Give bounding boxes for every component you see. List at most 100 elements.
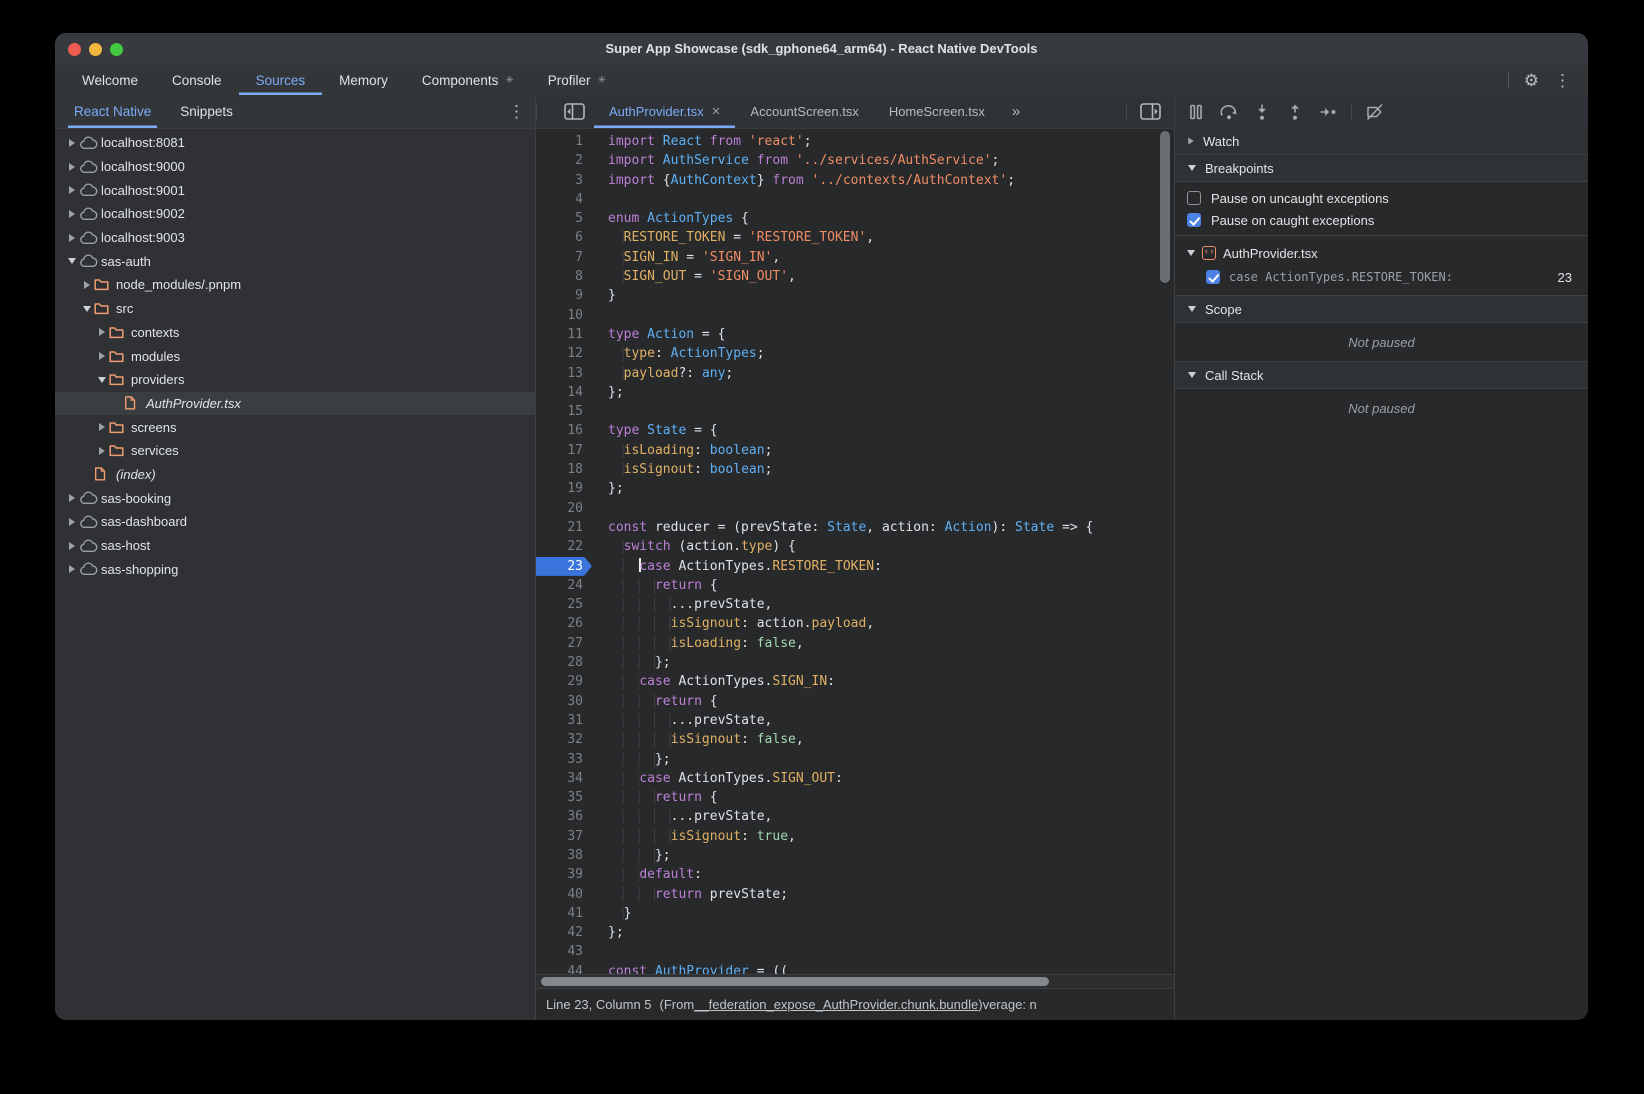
line-number[interactable]: 11 bbox=[536, 325, 592, 344]
deactivate-breakpoints-icon[interactable] bbox=[1365, 102, 1385, 122]
line-number[interactable]: 4 bbox=[536, 190, 592, 209]
editor-horizontal-scrollbar[interactable] bbox=[536, 974, 1174, 989]
settings-gear-icon[interactable]: ⚙ bbox=[1524, 72, 1539, 89]
editor-tab-homescreen-tsx[interactable]: HomeScreen.tsx bbox=[874, 95, 1000, 128]
chevron-right-icon[interactable] bbox=[79, 281, 94, 289]
kebab-menu-icon[interactable]: ⋮ bbox=[1554, 72, 1571, 89]
pause-icon[interactable] bbox=[1186, 102, 1206, 122]
line-number[interactable]: 32 bbox=[536, 730, 592, 749]
chevron-right-icon[interactable] bbox=[94, 423, 109, 431]
tree-item-sas-dashboard[interactable]: sas-dashboard bbox=[55, 510, 535, 534]
step-into-icon[interactable] bbox=[1252, 102, 1272, 122]
line-number[interactable]: 26 bbox=[536, 614, 592, 633]
checkbox-checked-icon[interactable] bbox=[1206, 270, 1220, 284]
chevron-right-icon[interactable] bbox=[64, 542, 79, 550]
watch-section-header[interactable]: Watch bbox=[1175, 128, 1588, 155]
line-number[interactable]: 24 bbox=[536, 576, 592, 595]
tab-profiler[interactable]: Profiler✳ bbox=[531, 65, 623, 95]
close-tab-icon[interactable]: × bbox=[712, 103, 721, 120]
line-number[interactable]: 30 bbox=[536, 692, 592, 711]
line-number[interactable]: 28 bbox=[536, 653, 592, 672]
line-number[interactable]: 31 bbox=[536, 711, 592, 730]
chevron-right-icon[interactable] bbox=[64, 139, 79, 147]
show-debugger-sidebar-icon[interactable] bbox=[1127, 103, 1174, 120]
tab-react-native[interactable]: React Native bbox=[68, 95, 157, 128]
tree-item-src[interactable]: src bbox=[55, 297, 535, 321]
editor-tab-accountscreen-tsx[interactable]: AccountScreen.tsx bbox=[735, 95, 873, 128]
step-icon[interactable] bbox=[1318, 102, 1338, 122]
line-number[interactable]: 33 bbox=[536, 750, 592, 769]
editor-tab-authprovider-tsx[interactable]: AuthProvider.tsx× bbox=[594, 95, 735, 128]
step-out-icon[interactable] bbox=[1285, 102, 1305, 122]
line-number[interactable]: 2 bbox=[536, 151, 592, 170]
pause-on-uncaught-row[interactable]: Pause on uncaught exceptions bbox=[1175, 187, 1588, 209]
editor-vertical-scrollbar[interactable] bbox=[1160, 131, 1170, 283]
chevron-right-icon[interactable] bbox=[94, 447, 109, 455]
line-number[interactable]: 37 bbox=[536, 827, 592, 846]
tab-memory[interactable]: Memory bbox=[322, 65, 405, 95]
line-number[interactable]: 42 bbox=[536, 923, 592, 942]
tree-item-sas-booking[interactable]: sas-booking bbox=[55, 486, 535, 510]
line-number[interactable]: 3 bbox=[536, 171, 592, 190]
hide-navigator-icon[interactable] bbox=[555, 95, 594, 128]
breakpoint-line-marker[interactable]: 23 bbox=[536, 557, 592, 576]
tree-item-localhost-9003[interactable]: localhost:9003 bbox=[55, 226, 535, 250]
line-number[interactable]: 29 bbox=[536, 672, 592, 691]
tree-item-screens[interactable]: screens bbox=[55, 415, 535, 439]
chevron-right-icon[interactable] bbox=[64, 163, 79, 171]
line-number[interactable]: 6 bbox=[536, 228, 592, 247]
scrollbar-thumb[interactable] bbox=[541, 977, 1049, 986]
tree-item-node-modules-pnpm[interactable]: node_modules/.pnpm bbox=[55, 273, 535, 297]
tree-item-localhost-9000[interactable]: localhost:9000 bbox=[55, 155, 535, 179]
tab-console[interactable]: Console bbox=[155, 65, 239, 95]
step-over-icon[interactable] bbox=[1219, 102, 1239, 122]
checkbox-checked-icon[interactable] bbox=[1187, 213, 1201, 227]
tree-item-sas-shopping[interactable]: sas-shopping bbox=[55, 557, 535, 581]
code-editor[interactable]: 1import React from 'react';2import AuthS… bbox=[536, 128, 1174, 975]
call-stack-section-header[interactable]: Call Stack bbox=[1175, 362, 1588, 389]
line-number[interactable]: 18 bbox=[536, 460, 592, 479]
chevron-right-icon[interactable] bbox=[64, 494, 79, 502]
line-number[interactable]: 43 bbox=[536, 942, 592, 961]
line-number[interactable]: 35 bbox=[536, 788, 592, 807]
line-number[interactable]: 9 bbox=[536, 286, 592, 305]
tree-item-contexts[interactable]: contexts bbox=[55, 321, 535, 345]
tree-item-authprovider-tsx[interactable]: AuthProvider.tsx bbox=[55, 392, 535, 416]
chevron-down-icon[interactable] bbox=[64, 258, 79, 264]
line-number[interactable]: 34 bbox=[536, 769, 592, 788]
chevron-right-icon[interactable] bbox=[64, 210, 79, 218]
line-number[interactable]: 1 bbox=[536, 132, 592, 151]
line-number[interactable]: 12 bbox=[536, 344, 592, 363]
navigator-kebab-menu-icon[interactable]: ⋮ bbox=[508, 102, 525, 122]
line-number[interactable]: 41 bbox=[536, 904, 592, 923]
tree-item-services[interactable]: services bbox=[55, 439, 535, 463]
line-number[interactable]: 40 bbox=[536, 885, 592, 904]
tab-welcome[interactable]: Welcome bbox=[65, 65, 155, 95]
line-number[interactable]: 25 bbox=[536, 595, 592, 614]
chevron-right-icon[interactable] bbox=[64, 565, 79, 573]
line-number[interactable]: 8 bbox=[536, 267, 592, 286]
tree-item-modules[interactable]: modules bbox=[55, 344, 535, 368]
chevron-down-icon[interactable] bbox=[94, 377, 109, 383]
chevron-right-icon[interactable] bbox=[94, 352, 109, 360]
line-number[interactable]: 21 bbox=[536, 518, 592, 537]
tab-overflow-icon[interactable]: » bbox=[1000, 95, 1030, 128]
breakpoint-entry[interactable]: case ActionTypes.RESTORE_TOKEN: 23 bbox=[1175, 265, 1588, 289]
scope-section-header[interactable]: Scope bbox=[1175, 296, 1588, 323]
tree-item-sas-auth[interactable]: sas-auth bbox=[55, 249, 535, 273]
breakpoints-section-header[interactable]: Breakpoints bbox=[1175, 155, 1588, 182]
tree-item-providers[interactable]: providers bbox=[55, 368, 535, 392]
chevron-right-icon[interactable] bbox=[94, 328, 109, 336]
line-number[interactable]: 17 bbox=[536, 441, 592, 460]
line-number[interactable]: 16 bbox=[536, 421, 592, 440]
chevron-right-icon[interactable] bbox=[64, 186, 79, 194]
pause-on-caught-row[interactable]: Pause on caught exceptions bbox=[1175, 209, 1588, 231]
tree-item-index[interactable]: (index) bbox=[55, 463, 535, 487]
tree-item-sas-host[interactable]: sas-host bbox=[55, 534, 535, 558]
tree-item-localhost-9001[interactable]: localhost:9001 bbox=[55, 178, 535, 202]
line-number[interactable]: 39 bbox=[536, 865, 592, 884]
tree-item-localhost-8081[interactable]: localhost:8081 bbox=[55, 131, 535, 155]
tree-item-localhost-9002[interactable]: localhost:9002 bbox=[55, 202, 535, 226]
line-number[interactable]: 15 bbox=[536, 402, 592, 421]
line-number[interactable]: 44 bbox=[536, 962, 592, 975]
